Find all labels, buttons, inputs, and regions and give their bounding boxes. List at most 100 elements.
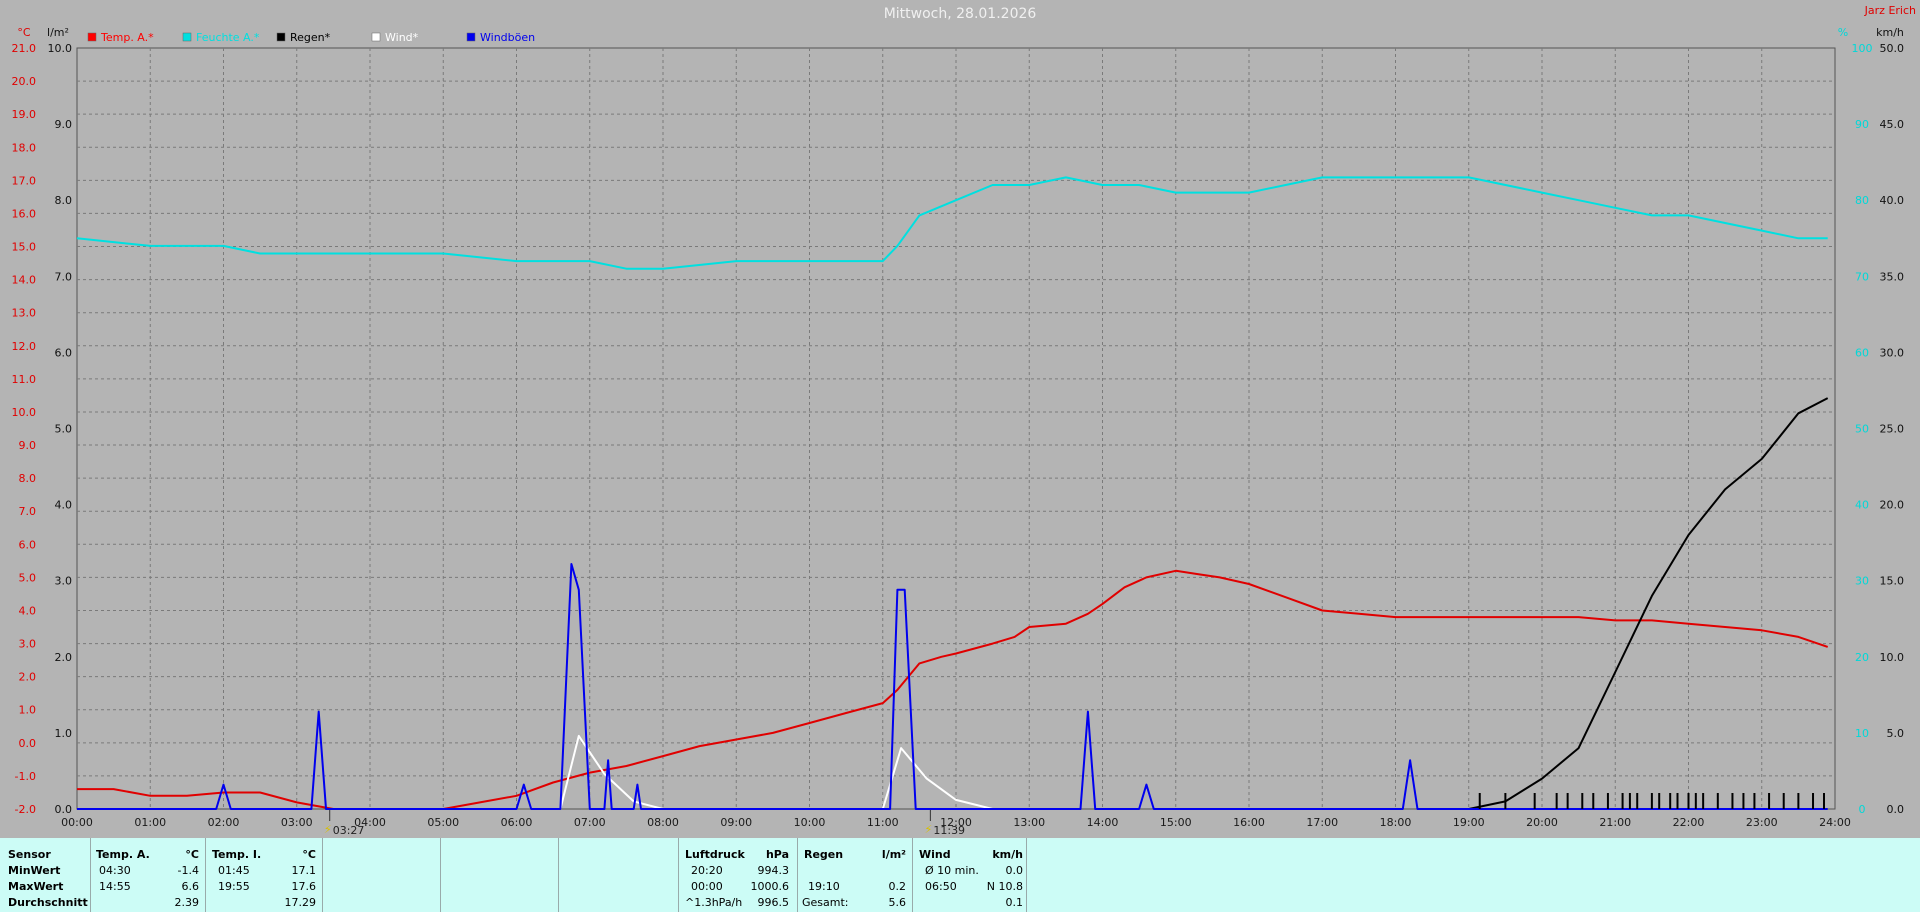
y-tick-temp: 2.0 bbox=[19, 671, 37, 684]
chart-title: Mittwoch, 28.01.2026 bbox=[884, 6, 1037, 22]
x-tick-label: 20:00 bbox=[1526, 816, 1558, 829]
y-tick-rain: 5.0 bbox=[55, 423, 73, 436]
y-tick-temp: 20.0 bbox=[12, 75, 37, 88]
x-tick-label: 01:00 bbox=[134, 816, 166, 829]
y-tick-humidity: 80 bbox=[1855, 194, 1869, 207]
wind-unit: km/h bbox=[1876, 26, 1904, 39]
x-tick-label: 18:00 bbox=[1380, 816, 1412, 829]
y-tick-temp: 18.0 bbox=[12, 141, 37, 154]
series-layer bbox=[76, 176, 1829, 810]
y-tick-temp: -1.0 bbox=[15, 770, 36, 783]
stats-luftdruck: Luftdruck hPa 20:20 994.3 00:00 1000.6 ^… bbox=[685, 848, 789, 909]
event-marker-label: 03:27 bbox=[333, 824, 365, 837]
y-tick-wind: 5.0 bbox=[1887, 727, 1905, 740]
stats-temp-i: Temp. I. °C 01:45 17.1 19:55 17.6 17.29 bbox=[212, 848, 316, 909]
y-tick-humidity: 90 bbox=[1855, 118, 1869, 131]
series-line bbox=[559, 734, 993, 810]
x-tick-label: 03:00 bbox=[281, 816, 313, 829]
y-tick-temp: 12.0 bbox=[12, 340, 37, 353]
y-tick-temp: 5.0 bbox=[19, 571, 37, 584]
x-tick-label: 09:00 bbox=[720, 816, 752, 829]
y-tick-humidity: 0 bbox=[1859, 803, 1866, 816]
y-tick-rain: 7.0 bbox=[55, 270, 73, 283]
x-tick-label: 23:00 bbox=[1746, 816, 1778, 829]
y-tick-temp: 9.0 bbox=[19, 439, 37, 452]
legend-label: Wind* bbox=[385, 31, 419, 44]
x-tick-label: 06:00 bbox=[501, 816, 533, 829]
x-tick-label: 24:00 bbox=[1819, 816, 1851, 829]
y-tick-temp: 21.0 bbox=[12, 42, 37, 55]
event-marker-label: 11:39 bbox=[933, 824, 965, 837]
series-line bbox=[1468, 397, 1829, 810]
series-line bbox=[76, 176, 1828, 270]
legend-label: Temp. A.* bbox=[100, 31, 154, 44]
y-tick-humidity: 70 bbox=[1855, 270, 1869, 283]
x-tick-label: 21:00 bbox=[1599, 816, 1631, 829]
y-tick-rain: 8.0 bbox=[55, 194, 73, 207]
lightning-icon: ⚡ bbox=[324, 823, 332, 836]
x-tick-label: 14:00 bbox=[1087, 816, 1119, 829]
x-tick-label: 17:00 bbox=[1306, 816, 1338, 829]
y-tick-temp: 1.0 bbox=[19, 704, 37, 717]
y-tick-rain: 2.0 bbox=[55, 651, 73, 664]
y-tick-humidity: 60 bbox=[1855, 346, 1869, 359]
legend-swatch bbox=[276, 32, 286, 42]
y-tick-humidity: 30 bbox=[1855, 575, 1869, 588]
y-tick-rain: 1.0 bbox=[55, 727, 73, 740]
y-tick-wind: 0.0 bbox=[1887, 803, 1905, 816]
y-tick-temp: 16.0 bbox=[12, 207, 37, 220]
y-tick-temp: 15.0 bbox=[12, 241, 37, 254]
y-tick-wind: 15.0 bbox=[1880, 575, 1905, 588]
y-tick-wind: 45.0 bbox=[1880, 118, 1905, 131]
legend-swatch bbox=[466, 32, 476, 42]
rain-unit: l/m² bbox=[47, 26, 69, 39]
y-tick-temp: 0.0 bbox=[19, 737, 37, 750]
sensor-header: Sensor bbox=[8, 848, 51, 861]
y-tick-humidity: 10 bbox=[1855, 727, 1869, 740]
x-tick-label: 16:00 bbox=[1233, 816, 1265, 829]
y-tick-temp: 6.0 bbox=[19, 538, 37, 551]
x-tick-label: 22:00 bbox=[1673, 816, 1705, 829]
y-tick-rain: 6.0 bbox=[55, 346, 73, 359]
row-label-max: MaxWert bbox=[8, 880, 64, 893]
author-label: Jarz Erich bbox=[1864, 4, 1916, 17]
y-tick-temp: 19.0 bbox=[12, 108, 37, 121]
row-label-min: MinWert bbox=[8, 864, 61, 877]
stats-panel: Sensor MinWert MaxWert Durchschnitt Temp… bbox=[0, 838, 1920, 912]
y-tick-temp: 7.0 bbox=[19, 505, 37, 518]
series-line bbox=[77, 569, 1829, 810]
x-tick-label: 08:00 bbox=[647, 816, 679, 829]
stats-regen: Regen l/m² 19:10 0.2 Gesamt: 5.6 bbox=[802, 848, 906, 909]
legend-swatch bbox=[182, 32, 192, 42]
x-tick-label: 05:00 bbox=[427, 816, 459, 829]
x-tick-label: 07:00 bbox=[574, 816, 606, 829]
y-tick-humidity: 50 bbox=[1855, 423, 1869, 436]
stats-wind: Wind km/h Ø 10 min. 0.0 06:50 N 10.8 0.1 bbox=[919, 848, 1023, 909]
x-tick-label: 10:00 bbox=[794, 816, 826, 829]
y-tick-rain: 10.0 bbox=[48, 42, 73, 55]
y-tick-rain: 3.0 bbox=[55, 575, 73, 588]
x-tick-label: 11:00 bbox=[867, 816, 899, 829]
y-tick-wind: 40.0 bbox=[1880, 194, 1905, 207]
legend: Temp. A.* Feuchte A.* Regen* Wind* Windböen bbox=[87, 31, 535, 44]
stats-temp-a: Temp. A. °C 04:30 -1.4 14:55 6.6 2.39 bbox=[96, 848, 199, 909]
y-tick-temp: 13.0 bbox=[12, 307, 37, 320]
y-tick-wind: 10.0 bbox=[1880, 651, 1905, 664]
y-tick-humidity: 40 bbox=[1855, 499, 1869, 512]
y-tick-wind: 50.0 bbox=[1880, 42, 1905, 55]
y-tick-wind: 25.0 bbox=[1880, 423, 1905, 436]
lightning-icon: ⚡ bbox=[924, 823, 932, 836]
y-tick-temp: -2.0 bbox=[15, 803, 36, 816]
y-tick-rain: 4.0 bbox=[55, 499, 73, 512]
row-label-avg: Durchschnitt bbox=[8, 896, 88, 909]
y-tick-temp: 17.0 bbox=[12, 174, 37, 187]
y-tick-rain: 9.0 bbox=[55, 118, 73, 131]
x-tick-label: 15:00 bbox=[1160, 816, 1192, 829]
legend-label: Feuchte A.* bbox=[196, 31, 260, 44]
humidity-unit: % bbox=[1838, 26, 1848, 39]
y-tick-humidity: 100 bbox=[1852, 42, 1873, 55]
legend-swatch bbox=[371, 32, 381, 42]
legend-label: Windböen bbox=[480, 31, 535, 44]
y-tick-wind: 20.0 bbox=[1880, 499, 1905, 512]
y-tick-humidity: 20 bbox=[1855, 651, 1869, 664]
